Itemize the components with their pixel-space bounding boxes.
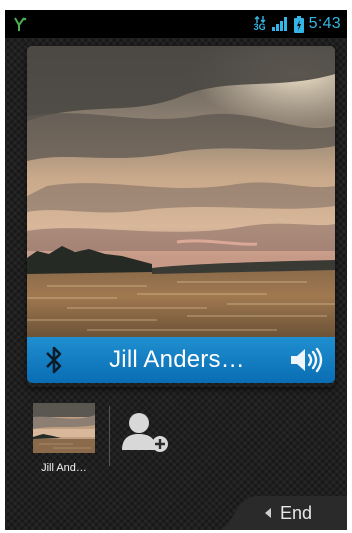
add-contact-icon[interactable] xyxy=(119,410,175,456)
divider xyxy=(109,406,110,466)
signal-icon xyxy=(271,17,287,31)
end-call-label: End xyxy=(279,502,313,523)
chevron-left-icon xyxy=(264,508,271,518)
end-call-button[interactable]: End xyxy=(229,496,347,530)
contact-photo-card: Jill Anders… xyxy=(27,46,335,387)
battery-icon xyxy=(293,15,304,33)
status-bar: 3G 5:43 xyxy=(5,10,347,38)
in-call-screen: 3G 5:43 Jill Anders… Jill And… End xyxy=(5,10,347,530)
status-clock: 5:43 xyxy=(308,15,341,32)
contact-thumbnail-label: Jill And… xyxy=(41,462,87,474)
notification-icon xyxy=(14,17,27,31)
contact-thumbnail-photo xyxy=(33,403,95,453)
bluetooth-icon[interactable] xyxy=(43,345,65,375)
network-type-label: 3G xyxy=(253,22,266,32)
caller-name: Jill Anders… xyxy=(109,346,245,373)
contact-photo xyxy=(27,46,335,338)
data-transfer-icon: 3G xyxy=(254,16,266,32)
speaker-icon[interactable] xyxy=(289,346,325,374)
call-info-bar: Jill Anders… xyxy=(27,337,335,383)
contact-thumbnail[interactable]: Jill And… xyxy=(33,403,95,474)
